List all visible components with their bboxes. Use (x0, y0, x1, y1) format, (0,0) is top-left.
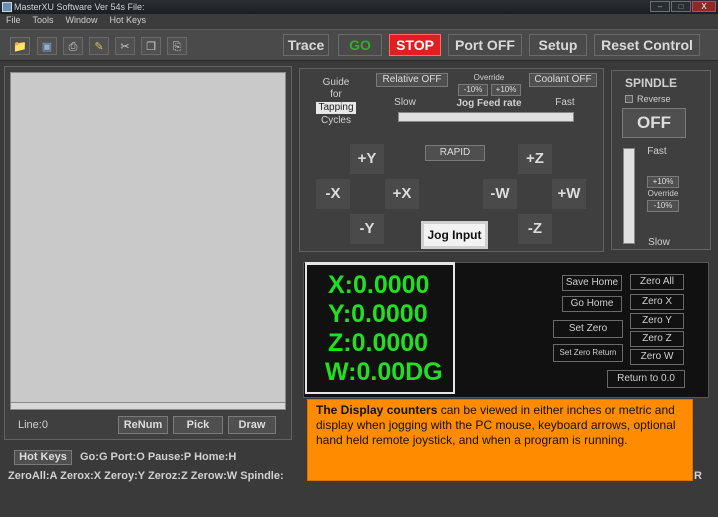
hot-keys-trail: R (694, 470, 702, 482)
renum-button[interactable]: ReNum (118, 416, 168, 434)
w-counter: W:0.00DG (325, 358, 443, 386)
reset-control-button[interactable]: Reset Control (594, 34, 700, 56)
jog-input-button[interactable]: Jog Input (421, 221, 488, 249)
hot-keys-button[interactable]: Hot Keys (14, 450, 72, 465)
spindle-title: SPINDLE (624, 76, 677, 90)
zero-z-button[interactable]: Zero Z (630, 331, 684, 347)
pick-button[interactable]: Pick (173, 416, 223, 434)
program-text-area[interactable] (10, 72, 286, 404)
jog-override-label: Override (473, 73, 505, 82)
spindle-minus10-button[interactable]: -10% (647, 200, 679, 212)
zero-y-button[interactable]: Zero Y (630, 313, 684, 329)
callout-title: The Display counters (316, 403, 438, 417)
stop-button[interactable]: STOP (389, 34, 441, 56)
zero-x-button[interactable]: Zero X (630, 294, 684, 310)
close-button[interactable]: X (692, 1, 716, 12)
port-button[interactable]: Port OFF (448, 34, 522, 56)
tapping-button[interactable]: Tapping (316, 102, 356, 114)
jog-minus-x-button[interactable]: -X (316, 179, 350, 209)
hot-keys-line-1: Go:G Port:O Pause:P Home:H (80, 451, 237, 463)
copy-icon[interactable]: ❐ (141, 37, 161, 55)
print-icon[interactable]: ⎙ (63, 37, 83, 55)
line-counter: Line:0 (18, 419, 48, 431)
callout-box: The Display counters can be viewed in ei… (307, 399, 693, 481)
guide-label: Guide for Tapping Cycles (310, 77, 362, 127)
title-bar: MasterXU Software Ver 54s File: (0, 0, 718, 14)
jog-plus-w-button[interactable]: +W (552, 179, 586, 209)
setup-button[interactable]: Setup (529, 34, 587, 56)
menu-window[interactable]: Window (66, 15, 98, 25)
x-counter: X:0.0000 (328, 271, 430, 299)
jog-plus-y-button[interactable]: +Y (350, 144, 384, 174)
feed-rate-label: Jog Feed rate (456, 98, 522, 109)
spindle-override-label: Override (647, 189, 679, 198)
coolant-button[interactable]: Coolant OFF (529, 73, 597, 87)
jog-plus-x-button[interactable]: +X (385, 179, 419, 209)
rapid-button[interactable]: RAPID (425, 145, 485, 161)
open-folder-icon[interactable]: 📁 (10, 37, 30, 55)
jog-minus-z-button[interactable]: -Z (518, 214, 552, 244)
app-icon (2, 2, 12, 12)
window-title: MasterXU Software Ver 54s File: (14, 2, 145, 12)
jog-plus-z-button[interactable]: +Z (518, 144, 552, 174)
go-button[interactable]: GO (338, 34, 382, 56)
spindle-fast-label: Fast (647, 146, 667, 157)
spindle-plus10-button[interactable]: +10% (647, 176, 679, 188)
menu-bar: File Tools Window Hot Keys (0, 14, 718, 27)
cut-icon[interactable]: ✂ (115, 37, 135, 55)
jog-minus10-button[interactable]: -10% (458, 84, 488, 96)
draw-button[interactable]: Draw (228, 416, 276, 434)
save-icon[interactable]: ▣ (37, 37, 57, 55)
trace-button[interactable]: Trace (283, 34, 329, 56)
fast-label: Fast (555, 97, 575, 108)
save-home-button[interactable]: Save Home (562, 275, 622, 291)
set-zero-return-button[interactable]: Set Zero Return (553, 344, 623, 362)
minimize-button[interactable]: – (650, 1, 670, 12)
relative-button[interactable]: Relative OFF (376, 73, 448, 87)
jog-plus10-button[interactable]: +10% (491, 84, 521, 96)
zero-all-button[interactable]: Zero All (630, 274, 684, 290)
spindle-speed-slider[interactable] (623, 148, 635, 244)
menu-file[interactable]: File (6, 15, 21, 25)
jog-minus-w-button[interactable]: -W (483, 179, 517, 209)
paste-icon[interactable]: ⎘ (167, 37, 187, 55)
return-to-zero-button[interactable]: Return to 0.0 (607, 370, 685, 388)
go-home-button[interactable]: Go Home (562, 296, 622, 312)
z-counter: Z:0.0000 (328, 329, 429, 357)
zero-w-button[interactable]: Zero W (630, 349, 684, 365)
spindle-slow-label: Slow (648, 237, 670, 248)
reverse-checkbox[interactable] (625, 95, 633, 103)
reverse-label: Reverse (637, 94, 671, 104)
menu-hot-keys[interactable]: Hot Keys (110, 15, 147, 25)
slow-label: Slow (394, 97, 416, 108)
y-counter: Y:0.0000 (328, 300, 428, 328)
spindle-state-button[interactable]: OFF (622, 108, 686, 138)
menu-tools[interactable]: Tools (33, 15, 54, 25)
horizontal-scrollbar[interactable] (10, 402, 286, 410)
set-zero-button[interactable]: Set Zero (553, 320, 623, 338)
hot-keys-line-2: ZeroAll:A Zerox:X Zeroy:Y Zeroz:Z Zerow:… (8, 470, 284, 482)
maximize-button[interactable]: □ (671, 1, 691, 12)
jog-minus-y-button[interactable]: -Y (350, 214, 384, 244)
feed-rate-slider[interactable] (398, 112, 574, 122)
edit-icon[interactable]: ✎ (89, 37, 109, 55)
